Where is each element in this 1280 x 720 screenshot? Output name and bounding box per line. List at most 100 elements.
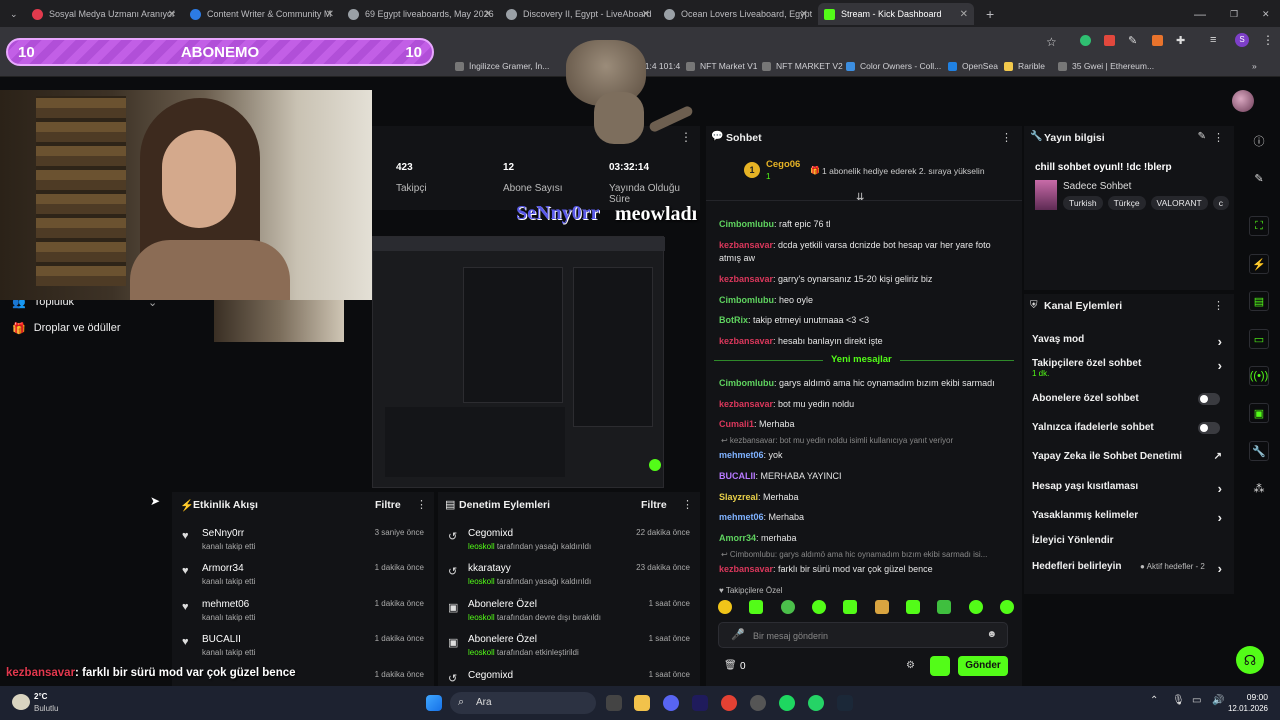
chevron-up-icon[interactable]: ⌃ [1150, 695, 1158, 706]
chat-username[interactable]: kezbansavar [719, 274, 773, 284]
channel-action-row[interactable]: Yalnızca ifadelerle sohbet [1032, 422, 1228, 434]
camera-icon[interactable]: ▣ [1249, 403, 1269, 423]
toggle-switch[interactable] [1198, 422, 1220, 434]
window-close-button[interactable]: ✕ [1256, 3, 1276, 25]
chat-username[interactable]: Slayzreal [719, 492, 758, 502]
bookmark-item[interactable]: 35 Gwei | Ethereum... [1058, 61, 1154, 71]
chat-username[interactable]: Cumali1 [719, 419, 754, 429]
list-item[interactable]: ▣ Abonelere Özel leoskoll tarafından devre… [438, 599, 700, 633]
tab-3[interactable]: Discovery II, Egypt - LiveAboard ✕ [500, 3, 656, 25]
extension-icon[interactable] [1152, 35, 1163, 46]
star-icon[interactable]: ☆ [1046, 35, 1057, 49]
microphone-icon[interactable]: 🎤 [731, 628, 745, 641]
clock-time[interactable]: 09:00 [1228, 692, 1268, 702]
list-item[interactable]: ♥ mehmet06 kanalı takip etti 1 dakika önce [172, 599, 434, 633]
document-icon[interactable]: ▤ [1249, 291, 1269, 311]
minimize-button[interactable]: — [1188, 3, 1208, 25]
chat-username[interactable]: Amorr34 [719, 533, 756, 543]
bookmark-item[interactable]: Rarible [1004, 61, 1045, 71]
menu-icon[interactable]: ⋮ [1001, 131, 1012, 144]
list-item[interactable]: ↺ kkaratayy leoskoll tarafından yasağı kal… [438, 563, 700, 597]
microphone-icon[interactable]: 🎙 [1172, 695, 1185, 706]
moderation-filter-button[interactable]: Filtre [641, 499, 667, 511]
chrome-icon[interactable] [721, 695, 737, 711]
pen-icon[interactable]: ✎ [1249, 168, 1269, 188]
chat-username[interactable]: kezbansavar [719, 336, 773, 346]
close-icon[interactable]: ✕ [326, 9, 334, 20]
tab-search-button[interactable]: ⌄ [4, 3, 24, 25]
emote-icon[interactable] [843, 600, 858, 614]
spotify-icon[interactable] [779, 695, 795, 711]
list-item[interactable]: ↺ Cegomixd leoskoll tarafından yasağı kald… [438, 528, 700, 562]
extension-icon[interactable] [1104, 35, 1115, 46]
bookmark-item[interactable]: İngilizce Gramer, İn... [455, 61, 549, 71]
chat-username[interactable]: mehmet06 [719, 512, 764, 522]
settings-icon[interactable]: ⚙ [906, 660, 915, 671]
chat-username[interactable]: kezbansavar [719, 564, 773, 574]
whatsapp-icon[interactable] [808, 695, 824, 711]
emote-icon[interactable] [874, 600, 889, 614]
close-icon[interactable]: ✕ [484, 9, 492, 20]
menu-icon[interactable]: ⋮ [1262, 33, 1274, 47]
bookmark-item[interactable]: Color Owners - Coll... [846, 61, 941, 71]
puzzle-icon[interactable]: ✚ [1176, 34, 1185, 47]
tag[interactable]: Turkish [1063, 196, 1103, 210]
clock-date[interactable]: 12.01.2026 [1226, 704, 1268, 713]
tab-1[interactable]: Content Writer & Community M ✕ [184, 3, 340, 25]
tab-list-icon[interactable]: ≡ [1210, 34, 1216, 46]
discord-icon[interactable] [663, 695, 679, 711]
channel-action-row[interactable]: Yapay Zeka ile Sohbet Denetimi ↗ [1032, 451, 1228, 462]
new-tab-button[interactable]: + [980, 3, 998, 25]
support-headset-icon[interactable]: ☊ [1236, 646, 1264, 674]
channel-action-row[interactable]: Hesap yaşı kısıtlaması › [1032, 481, 1228, 496]
menu-icon[interactable]: ⋮ [682, 498, 693, 511]
weather-icon[interactable] [12, 694, 30, 710]
volume-icon[interactable]: 🔊 [1212, 695, 1224, 706]
folder-icon[interactable] [634, 695, 650, 711]
kick-boost-icon[interactable] [930, 656, 950, 676]
dots-icon[interactable]: ⁂ [1249, 478, 1269, 498]
obs-icon[interactable] [750, 695, 766, 711]
info-icon[interactable]: ⓘ [1249, 131, 1269, 151]
list-item[interactable]: ♥ BUCALII kanalı takip etti 1 dakika önce [172, 634, 434, 668]
emote-icon[interactable] [780, 600, 795, 614]
broadcast-icon[interactable]: ((•)) [1249, 366, 1269, 386]
chat-username[interactable]: BUCALII [719, 471, 756, 481]
activity-filter-button[interactable]: Filtre [375, 499, 401, 511]
list-item[interactable]: ▣ Abonelere Özel leoskoll tarafından etkin… [438, 634, 700, 668]
emote-icon[interactable] [749, 600, 764, 614]
tab-4[interactable]: Ocean Lovers Liveaboard, Egypt ✕ [658, 3, 814, 25]
emote-icon[interactable] [999, 600, 1014, 614]
start-icon[interactable] [426, 695, 442, 711]
list-item[interactable]: ♥ SeNny0rr kanalı takip etti 3 saniye önce [172, 528, 434, 562]
nav-drops[interactable]: 🎁 Droplar ve ödüller [12, 322, 121, 335]
list-item[interactable]: ♥ Armorr34 kanalı takip etti 1 dakika önce [172, 563, 434, 597]
close-icon[interactable]: ✕ [960, 9, 968, 20]
emote-icon[interactable] [718, 600, 732, 614]
chat-input[interactable]: 🎤 Bir mesaj gönderin ☻ [718, 622, 1008, 648]
tab-0[interactable]: Sosyal Medya Uzmanı Aranıyor ✕ [26, 3, 182, 25]
premiere-icon[interactable] [692, 695, 708, 711]
category-name[interactable]: Sadece Sohbet [1063, 181, 1131, 192]
emoji-icon[interactable]: ☻ [986, 629, 997, 640]
tab-5[interactable]: Stream - Kick Dashboard ✕ [818, 3, 974, 25]
chat-username[interactable]: kezbansavar [719, 240, 773, 250]
tag[interactable]: VALORANT [1150, 196, 1208, 210]
send-button[interactable]: Gönder [958, 656, 1008, 676]
channel-action-row[interactable]: İzleyici Yönlendir [1032, 535, 1228, 546]
chat-username[interactable]: kezbansavar [719, 399, 773, 409]
toggle-switch[interactable] [1198, 393, 1220, 405]
expand-icon[interactable]: ⛶ [1249, 216, 1269, 236]
pen-icon[interactable]: ✎ [1128, 34, 1137, 47]
bookmark-item[interactable]: OpenSea [948, 61, 998, 71]
menu-icon[interactable]: ⋮ [1213, 131, 1224, 144]
maximize-button[interactable]: ❐ [1224, 3, 1244, 25]
emote-icon[interactable] [937, 600, 952, 614]
bookmark-item[interactable]: NFT MARKET V2 [762, 61, 843, 71]
extension-icon[interactable] [1080, 35, 1091, 46]
chat-username[interactable]: Cimbomlubu [719, 378, 774, 388]
close-icon[interactable]: ✕ [168, 9, 176, 20]
close-icon[interactable]: ✕ [642, 9, 650, 20]
menu-icon[interactable]: ⋮ [416, 498, 427, 511]
channel-action-row[interactable]: Hedefleri belirleyin ● Aktif hedefler - 2… [1032, 561, 1228, 576]
